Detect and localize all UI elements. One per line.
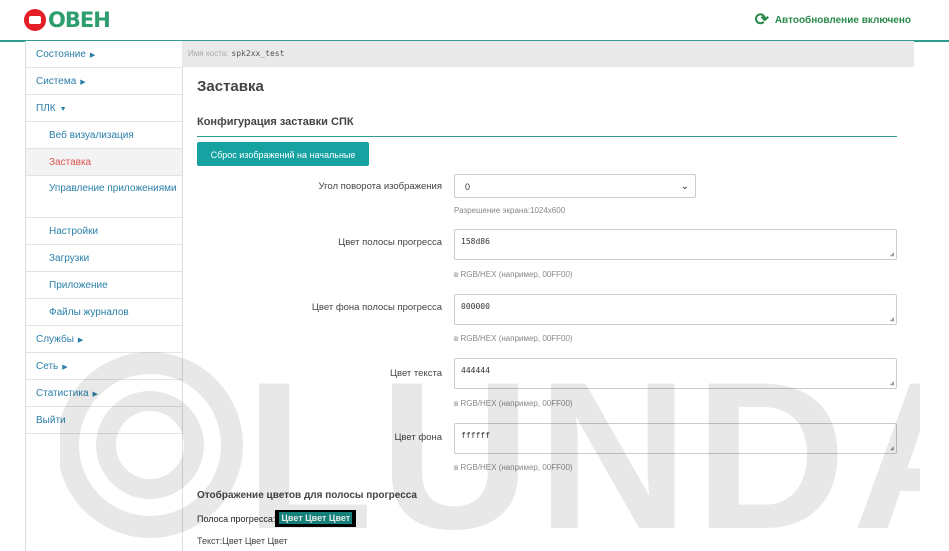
bg-color-label: Цвет фона: [394, 432, 442, 443]
autorefresh-toggle[interactable]: ⟳ Автообновление включено: [754, 10, 911, 29]
bg-color-value: ffffff: [461, 431, 490, 440]
progress-color-value: 158d86: [461, 237, 490, 246]
logo-text: ОВЕН: [48, 8, 111, 32]
sidebar-item-label: Статистика: [36, 388, 89, 399]
preview-title: Отображение цветов для полосы прогресса: [197, 490, 417, 501]
progress-preview: Полоса прогресса: Цвет Цвет Цвет: [197, 510, 357, 527]
sidebar-item-label: Состояние: [36, 49, 86, 60]
text-preview: Текст:Цвет Цвет Цвет: [197, 536, 288, 546]
refresh-icon: ⟳: [754, 10, 769, 29]
sidebar: Состояние ▶ Система ▶ ПЛК ▼ Веб визуализаци…: [25, 41, 183, 551]
bg-color-hint: в RGB/HEX (например, 00FF00): [454, 463, 573, 472]
hostname-label: Имя хоста:: [188, 49, 229, 58]
chevron-down-icon: ⌄: [680, 181, 689, 192]
progress-preview-label: Полоса прогресса:: [197, 513, 276, 524]
sidebar-item-network[interactable]: Сеть ▶: [26, 353, 182, 380]
sidebar-item-plc[interactable]: ПЛК ▼: [26, 95, 182, 122]
progress-color-field[interactable]: 158d86 ◢: [454, 229, 897, 260]
reset-images-button[interactable]: Сброс изображений на начальные: [197, 142, 369, 166]
sidebar-item-downloads[interactable]: Загрузки: [26, 245, 182, 272]
bg-color-field[interactable]: ffffff ◢: [454, 423, 897, 454]
sidebar-item-settings[interactable]: Настройки: [26, 218, 182, 245]
sidebar-item-app-management[interactable]: Управление приложениями: [26, 176, 182, 218]
progress-sample-text: Цвет Цвет Цвет: [279, 512, 353, 524]
hostname-value: spk2xx_test: [231, 49, 285, 58]
sidebar-item-label: ПЛК: [36, 103, 56, 114]
owen-logo[interactable]: ОВЕН: [24, 8, 111, 32]
autorefresh-label: Автообновление включено: [774, 14, 911, 26]
text-color-value: 444444: [461, 366, 490, 375]
progress-bg-color-hint: в RGB/HEX (например, 00FF00): [454, 334, 573, 343]
progress-bg-color-field[interactable]: 000000 ◢: [454, 294, 897, 325]
hostname-bar: Имя хоста: spk2xx_test: [182, 41, 914, 67]
top-bar: ОВЕН ⟳ Автообновление включено: [0, 0, 949, 42]
progress-color-sample: Цвет Цвет Цвет: [275, 510, 357, 527]
resize-handle-icon[interactable]: ◢: [890, 379, 894, 387]
section-title: Конфигурация заставки СПК: [197, 116, 354, 128]
caret-down-icon: ▼: [59, 106, 67, 113]
resize-handle-icon[interactable]: ◢: [890, 250, 894, 258]
sidebar-item-splash[interactable]: Заставка: [26, 149, 182, 176]
sidebar-item-log-files[interactable]: Файлы журналов: [26, 299, 182, 326]
logo-mark: [24, 9, 46, 31]
section-divider: [197, 136, 897, 137]
sidebar-item-status[interactable]: Состояние ▶: [26, 41, 182, 68]
text-color-hint: в RGB/HEX (например, 00FF00): [454, 399, 573, 408]
progress-bg-color-value: 000000: [461, 302, 490, 311]
rotation-select[interactable]: 0 ⌄: [454, 174, 696, 198]
sidebar-item-label: Система: [36, 76, 77, 87]
sidebar-item-statistics[interactable]: Статистика ▶: [26, 380, 182, 407]
caret-right-icon: ▶: [89, 52, 96, 59]
sidebar-item-label: Сеть: [36, 361, 59, 372]
sidebar-item-label: Службы: [36, 334, 74, 345]
sidebar-item-system[interactable]: Система ▶: [26, 68, 182, 95]
caret-right-icon: ▶: [62, 364, 68, 371]
sidebar-item-application[interactable]: Приложение: [26, 272, 182, 299]
text-color-label: Цвет текста: [390, 368, 442, 379]
caret-right-icon: ▶: [80, 79, 86, 86]
sidebar-item-web-visualization[interactable]: Веб визуализация: [26, 122, 182, 149]
progress-color-hint: в RGB/HEX (например, 00FF00): [454, 270, 573, 279]
rotation-value: 0: [465, 182, 471, 192]
resize-handle-icon[interactable]: ◢: [890, 444, 894, 452]
resolution-hint: Разрешение экрана:1024x600: [454, 206, 566, 215]
progress-bg-color-label: Цвет фона полосы прогресса: [311, 302, 442, 313]
sidebar-item-logout[interactable]: Выйти: [26, 407, 182, 434]
resize-handle-icon[interactable]: ◢: [890, 315, 894, 323]
progress-color-label: Цвет полосы прогресса: [338, 237, 442, 248]
rotation-label: Угол поворота изображения: [318, 181, 442, 192]
sidebar-item-services[interactable]: Службы ▶: [26, 326, 182, 353]
page-title: Заставка: [197, 78, 264, 95]
caret-right-icon: ▶: [77, 337, 84, 344]
text-color-field[interactable]: 444444 ◢: [454, 358, 897, 389]
caret-right-icon: ▶: [92, 391, 98, 398]
